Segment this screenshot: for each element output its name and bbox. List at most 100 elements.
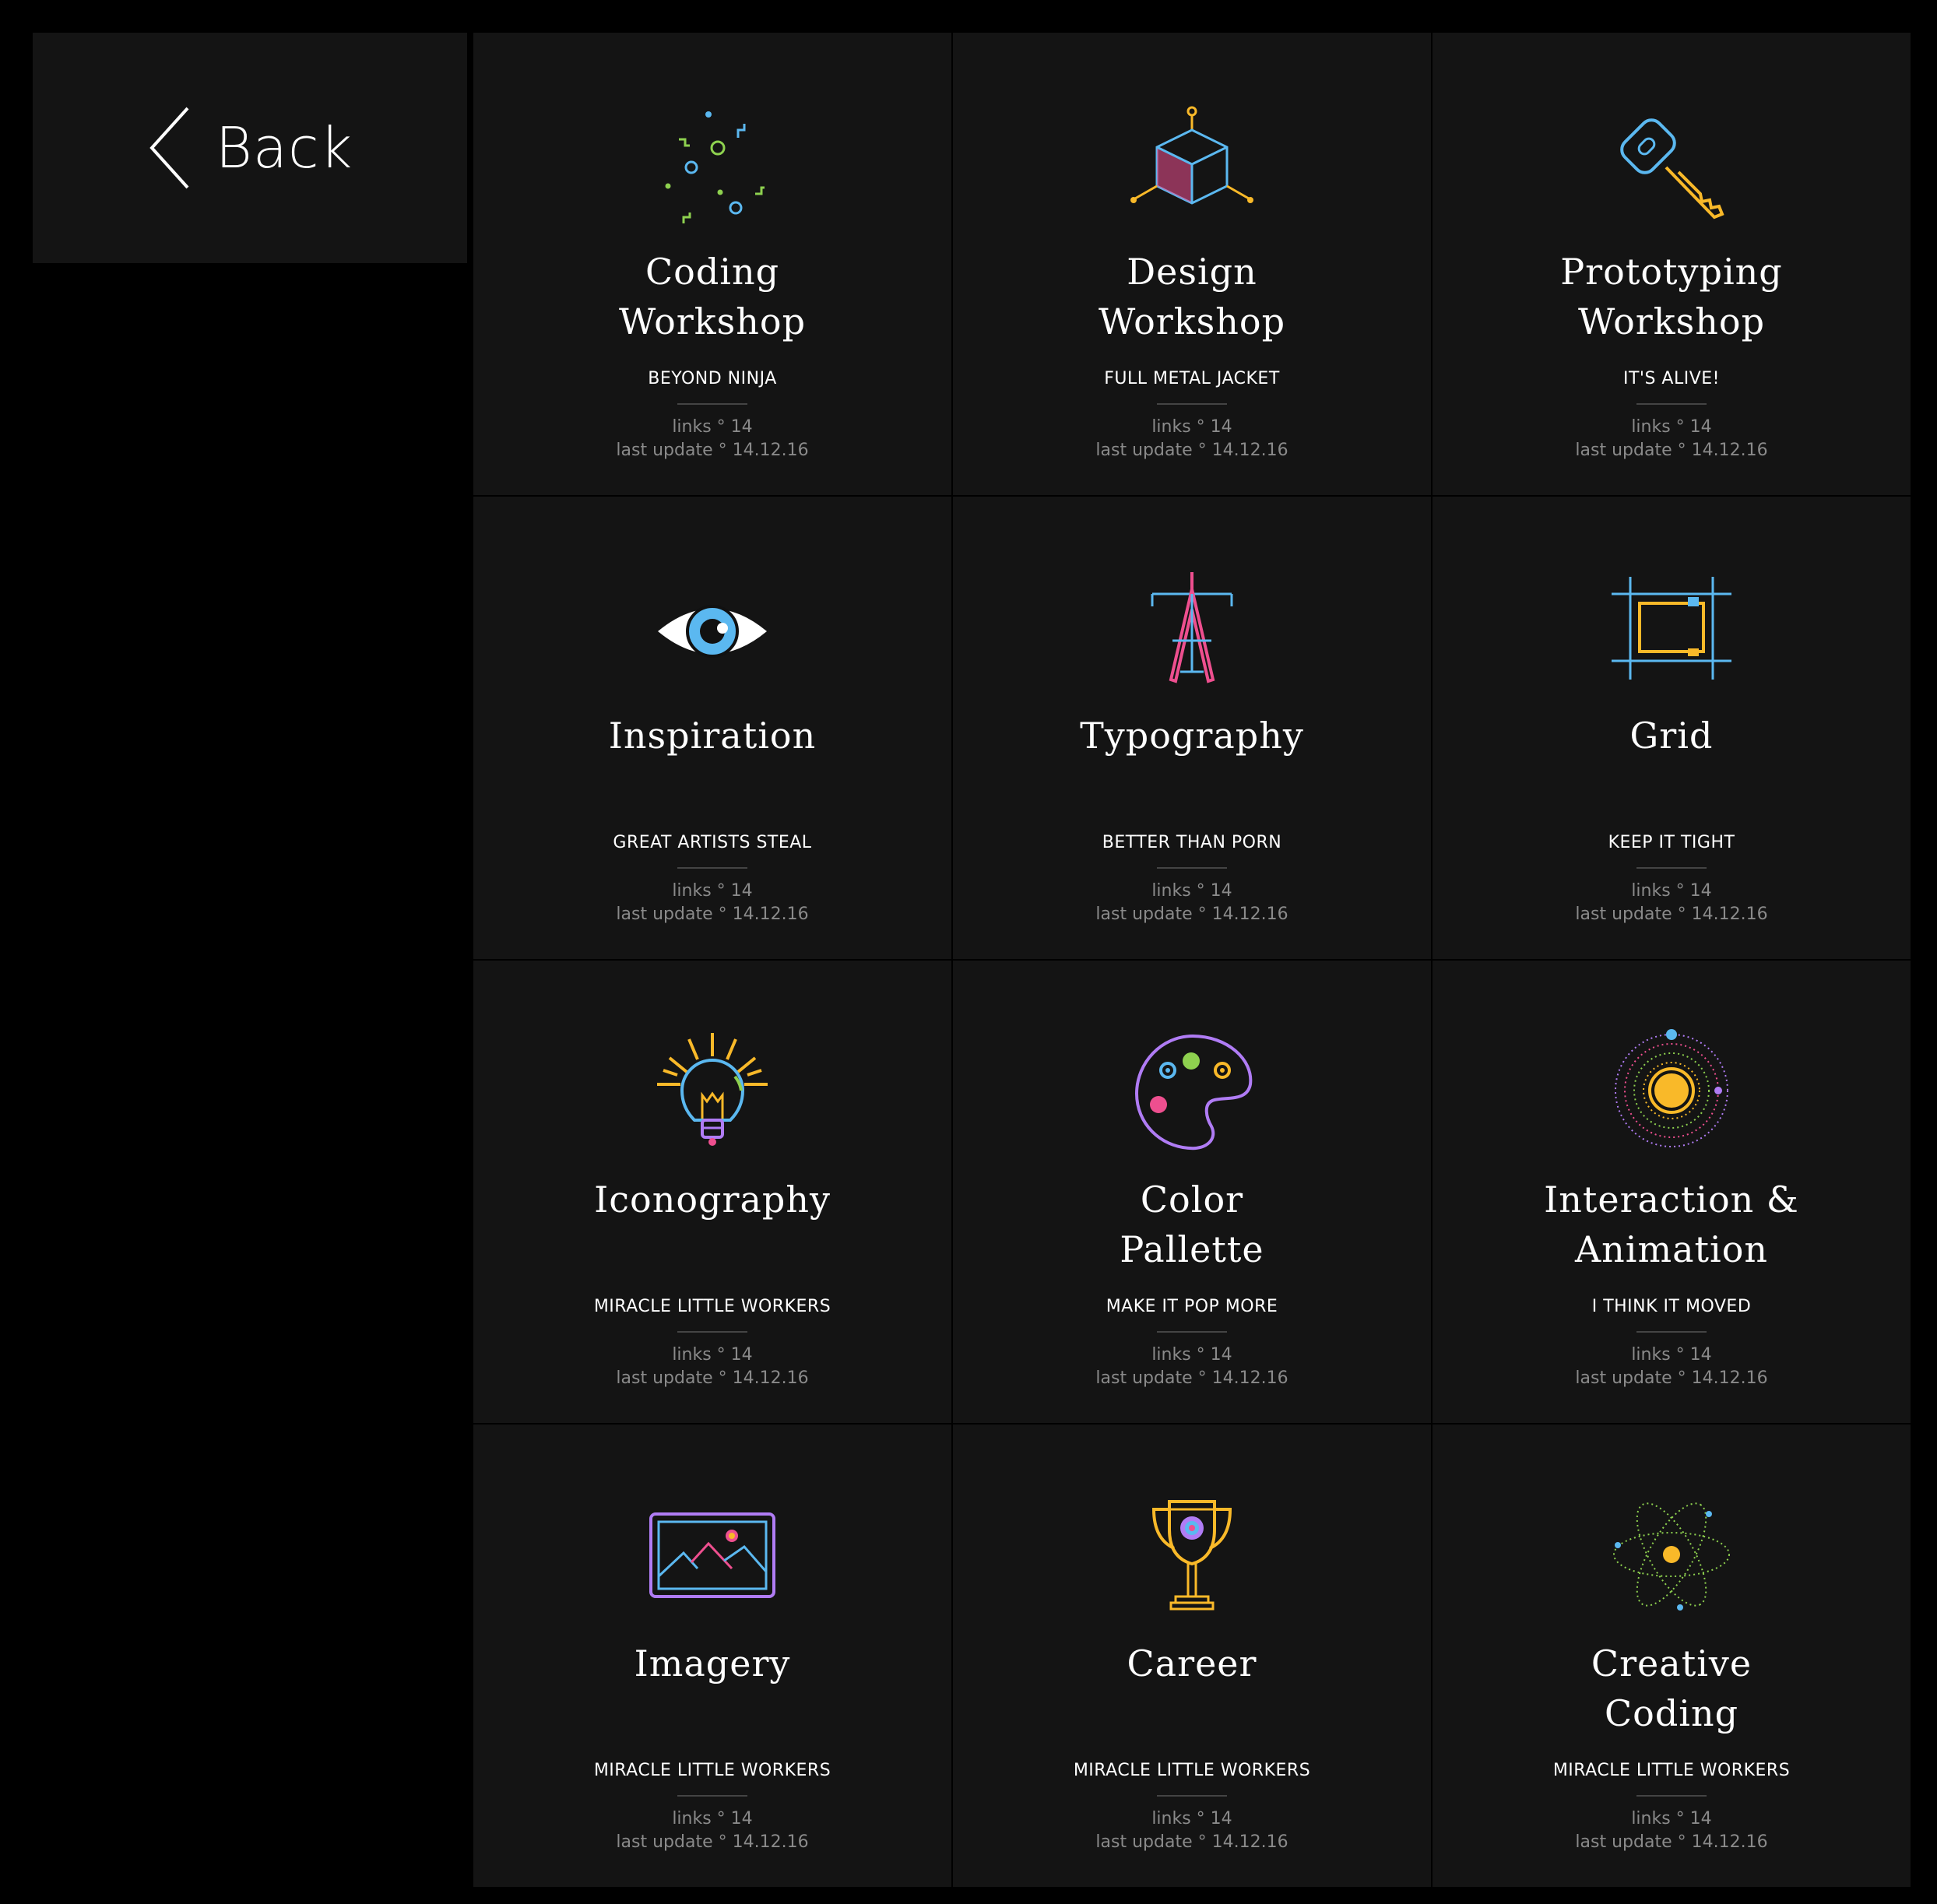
card-typography[interactable]: Typography BETTER THAN PORN links ° 14 l… [953,497,1431,959]
cube-icon [1126,99,1258,227]
last-update: last update ° 14.12.16 [616,441,809,460]
divider [677,867,747,869]
back-label: Back [215,115,353,181]
orbit-icon [1605,1027,1738,1155]
card-prototyping-workshop[interactable]: Prototyping Workshop IT'S ALIVE! links ° … [1433,33,1911,495]
card-career[interactable]: Career MIRACLE LITTLE WORKERS links ° 14… [953,1424,1431,1887]
card-title: Prototyping Workshop [1560,251,1783,343]
card-subtitle: IT'S ALIVE! [1623,369,1720,388]
compass-icon [1126,563,1258,691]
card-title: Career [1127,1642,1257,1684]
card-creative-coding[interactable]: Creative Coding MIRACLE LITTLE WORKERS li… [1433,1424,1911,1887]
chevron-left-icon [149,107,189,189]
divider [1636,1331,1707,1333]
card-coding-workshop[interactable]: Coding Workshop BEYOND NINJA links ° 14 l… [473,33,951,495]
card-subtitle: KEEP IT TIGHT [1608,833,1735,852]
card-meta: links ° 14 last update ° 14.12.16 [1433,1344,1911,1390]
card-subtitle: BETTER THAN PORN [1102,833,1282,852]
links-count: links ° 14 [1151,417,1232,437]
card-inspiration[interactable]: Inspiration GREAT ARTISTS STEAL links ° … [473,497,951,959]
card-meta: links ° 14 last update ° 14.12.16 [953,1807,1431,1854]
card-title: Imagery [634,1642,791,1684]
links-count: links ° 14 [1151,881,1232,901]
card-meta: links ° 14 last update ° 14.12.16 [953,880,1431,926]
card-design-workshop[interactable]: Design Workshop FULL METAL JACKET links °… [953,33,1431,495]
links-count: links ° 14 [672,1345,753,1365]
card-title: Color Pallette [1120,1179,1264,1270]
trophy-icon [1126,1491,1258,1619]
card-meta: links ° 14 last update ° 14.12.16 [473,416,951,462]
last-update: last update ° 14.12.16 [1095,905,1288,924]
links-count: links ° 14 [672,417,753,437]
confetti-icon [646,99,779,227]
card-title: Typography [1080,715,1304,757]
atom-icon [1605,1491,1738,1619]
key-icon [1605,99,1738,227]
last-update: last update ° 14.12.16 [1095,1832,1288,1852]
card-subtitle: MIRACLE LITTLE WORKERS [1552,1761,1791,1780]
links-count: links ° 14 [1631,1809,1712,1828]
card-iconography[interactable]: Iconography MIRACLE LITTLE WORKERS links… [473,961,951,1423]
last-update: last update ° 14.12.16 [616,905,809,924]
card-title: Interaction & Animation [1544,1179,1799,1270]
card-meta: links ° 14 last update ° 14.12.16 [953,416,1431,462]
card-subtitle: MIRACLE LITTLE WORKERS [593,1297,831,1316]
links-count: links ° 14 [672,1809,753,1828]
last-update: last update ° 14.12.16 [616,1368,809,1388]
links-count: links ° 14 [672,881,753,901]
card-subtitle: BEYOND NINJA [648,369,777,388]
card-meta: links ° 14 last update ° 14.12.16 [1433,1807,1911,1854]
back-button[interactable]: Back [33,33,467,263]
card-subtitle: GREAT ARTISTS STEAL [613,833,812,852]
card-title: Iconography [594,1179,831,1221]
links-count: links ° 14 [1151,1809,1232,1828]
card-title: Inspiration [608,715,817,757]
last-update: last update ° 14.12.16 [1575,441,1768,460]
card-color-pallette[interactable]: Color Pallette MAKE IT POP MORE links ° 1… [953,961,1431,1423]
last-update: last update ° 14.12.16 [1575,905,1768,924]
divider [677,1331,747,1333]
card-meta: links ° 14 last update ° 14.12.16 [1433,880,1911,926]
last-update: last update ° 14.12.16 [1575,1368,1768,1388]
card-title: Grid [1629,715,1714,757]
card-meta: links ° 14 last update ° 14.12.16 [473,880,951,926]
links-count: links ° 14 [1631,1345,1712,1365]
card-title: Creative Coding [1591,1642,1752,1734]
links-count: links ° 14 [1151,1345,1232,1365]
card-grid[interactable]: Grid KEEP IT TIGHT links ° 14 last updat… [1433,497,1911,959]
category-grid: Coding Workshop BEYOND NINJA links ° 14 l… [473,33,1911,1887]
image-icon [646,1491,779,1619]
last-update: last update ° 14.12.16 [616,1832,809,1852]
card-meta: links ° 14 last update ° 14.12.16 [1433,416,1911,462]
card-meta: links ° 14 last update ° 14.12.16 [953,1344,1431,1390]
divider [677,403,747,405]
divider [1157,403,1227,405]
divider [1157,1331,1227,1333]
lightbulb-icon [646,1027,779,1155]
eye-icon [646,563,779,691]
card-subtitle: FULL METAL JACKET [1104,369,1280,388]
grid-icon [1605,563,1738,691]
divider [677,1795,747,1797]
divider [1636,1795,1707,1797]
card-subtitle: MIRACLE LITTLE WORKERS [593,1761,831,1780]
last-update: last update ° 14.12.16 [1095,441,1288,460]
card-meta: links ° 14 last update ° 14.12.16 [473,1344,951,1390]
card-subtitle: I THINK IT MOVED [1591,1297,1752,1316]
last-update: last update ° 14.12.16 [1095,1368,1288,1388]
links-count: links ° 14 [1631,881,1712,901]
card-interaction-animation[interactable]: Interaction & Animation I THINK IT MOVED … [1433,961,1911,1423]
divider [1636,867,1707,869]
card-subtitle: MIRACLE LITTLE WORKERS [1073,1761,1311,1780]
last-update: last update ° 14.12.16 [1575,1832,1768,1852]
divider [1157,1795,1227,1797]
card-meta: links ° 14 last update ° 14.12.16 [473,1807,951,1854]
card-imagery[interactable]: Imagery MIRACLE LITTLE WORKERS links ° 1… [473,1424,951,1887]
card-title: Coding Workshop [618,251,807,343]
links-count: links ° 14 [1631,417,1712,437]
card-title: Design Workshop [1098,251,1286,343]
palette-icon [1126,1027,1258,1155]
card-subtitle: MAKE IT POP MORE [1106,1297,1278,1316]
divider [1157,867,1227,869]
divider [1636,403,1707,405]
